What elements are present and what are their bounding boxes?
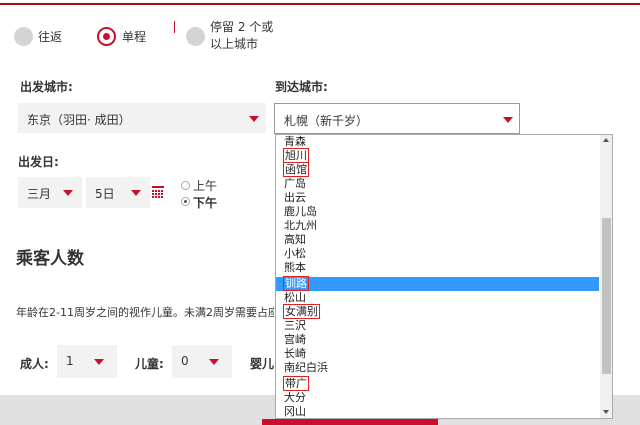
chevron-down-icon bbox=[249, 116, 259, 122]
option-text: 函馆 bbox=[283, 162, 309, 177]
top-divider bbox=[0, 3, 640, 5]
am-label[interactable]: 上午 bbox=[193, 177, 217, 194]
dropdown-option[interactable]: 带广 bbox=[276, 376, 599, 391]
dropdown-option[interactable]: 鹿儿岛 bbox=[276, 205, 599, 219]
dropdown-option[interactable]: 冈山 bbox=[276, 405, 599, 418]
dropdown-option[interactable]: 松山 bbox=[276, 291, 599, 305]
calendar-icon[interactable] bbox=[152, 186, 164, 198]
dropdown-option-highlighted[interactable]: 钏路 bbox=[276, 276, 599, 291]
dropdown-option[interactable]: 大分 bbox=[276, 391, 599, 405]
dropdown-option[interactable]: 出云 bbox=[276, 191, 599, 205]
dropdown-option[interactable]: 北九州 bbox=[276, 219, 599, 233]
departure-date-label: 出发日: bbox=[18, 155, 59, 169]
chevron-down-icon bbox=[94, 359, 104, 365]
dropdown-option[interactable]: 青森 bbox=[276, 135, 599, 149]
dropdown-option[interactable]: 女满别 bbox=[276, 304, 599, 319]
multi-city-label-line1[interactable]: 停留 2 个或 bbox=[210, 18, 273, 35]
departure-city-select[interactable]: 东京（羽田· 成田） bbox=[18, 103, 266, 133]
option-text: 长崎 bbox=[284, 347, 306, 360]
arrival-city-select[interactable]: 札幌（新千岁） bbox=[274, 103, 520, 134]
adult-label: 成人: bbox=[20, 357, 49, 371]
scroll-down-icon[interactable] bbox=[603, 410, 609, 414]
option-text: 钏路 bbox=[283, 276, 309, 291]
option-text: 带广 bbox=[283, 376, 309, 391]
dropdown-option[interactable]: 南纪白浜 bbox=[276, 361, 599, 375]
chevron-down-icon bbox=[131, 190, 141, 196]
one-way-label[interactable]: 单程 bbox=[122, 28, 146, 45]
chevron-down-icon bbox=[503, 117, 513, 123]
dropdown-option[interactable]: 长崎 bbox=[276, 347, 599, 361]
separator-mark bbox=[174, 21, 175, 33]
option-text: 小松 bbox=[284, 247, 306, 260]
scroll-up-icon[interactable] bbox=[603, 138, 609, 142]
option-text: 大分 bbox=[284, 391, 306, 404]
option-text: 鹿儿岛 bbox=[284, 205, 317, 218]
option-text: 高知 bbox=[284, 233, 306, 246]
dropdown-option[interactable]: 广岛 bbox=[276, 177, 599, 191]
option-text: 出云 bbox=[284, 191, 306, 204]
passengers-heading: 乘客人数 bbox=[16, 249, 84, 269]
pm-label[interactable]: 下午 bbox=[193, 194, 217, 211]
chevron-down-icon bbox=[209, 359, 219, 365]
departure-city-value: 东京（羽田· 成田） bbox=[27, 113, 131, 127]
scrollbar-thumb[interactable] bbox=[602, 218, 611, 374]
adult-value: 1 bbox=[66, 354, 74, 368]
option-text: 北九州 bbox=[284, 219, 317, 232]
child-select[interactable]: 0 bbox=[172, 345, 232, 378]
option-text: 旭川 bbox=[283, 148, 309, 163]
day-value: 5日 bbox=[95, 187, 115, 201]
dropdown-option[interactable]: 三沢 bbox=[276, 319, 599, 333]
dropdown-option[interactable]: 宫崎 bbox=[276, 333, 599, 347]
multi-city-label-line2[interactable]: 以上城市 bbox=[210, 35, 258, 52]
search-button[interactable] bbox=[262, 419, 438, 425]
day-select[interactable]: 5日 bbox=[86, 177, 150, 208]
round-trip-label[interactable]: 往返 bbox=[38, 28, 62, 45]
dropdown-option[interactable]: 函馆 bbox=[276, 162, 599, 177]
chevron-down-icon bbox=[63, 190, 73, 196]
dropdown-option[interactable]: 熊本 bbox=[276, 261, 599, 275]
option-text: 熊本 bbox=[284, 261, 306, 274]
dropdown-option[interactable]: 小松 bbox=[276, 247, 599, 261]
round-trip-radio[interactable] bbox=[14, 27, 33, 46]
arrival-city-label: 到达城市: bbox=[275, 80, 328, 94]
departure-city-label: 出发城市: bbox=[20, 80, 73, 94]
child-age-note: 年龄在2-11周岁之间的视作儿童。未满2周岁需要占座 bbox=[16, 306, 274, 319]
infant-label: 婴儿 bbox=[250, 357, 275, 371]
child-value: 0 bbox=[181, 354, 189, 368]
option-text: 冈山 bbox=[284, 405, 306, 418]
multi-city-radio[interactable] bbox=[186, 27, 205, 46]
dropdown-option[interactable]: 高知 bbox=[276, 233, 599, 247]
dropdown-option[interactable]: 旭川 bbox=[276, 148, 599, 163]
pm-radio[interactable] bbox=[181, 197, 190, 206]
one-way-radio[interactable] bbox=[97, 27, 116, 46]
option-text: 女满别 bbox=[283, 304, 320, 319]
arrival-city-value: 札幌（新千岁） bbox=[284, 114, 369, 128]
adult-select[interactable]: 1 bbox=[57, 345, 117, 378]
option-text: 三沢 bbox=[284, 319, 306, 332]
arrival-city-dropdown[interactable]: 青森 旭川 函馆 广岛 出云 鹿儿岛 北九州 高知 小松 熊本 钏路 松山 女满… bbox=[275, 134, 613, 419]
option-text: 南纪白浜 bbox=[284, 361, 328, 374]
am-radio[interactable] bbox=[181, 181, 190, 190]
option-text: 广岛 bbox=[284, 177, 306, 190]
option-text: 宫崎 bbox=[284, 333, 306, 346]
month-select[interactable]: 三月 bbox=[18, 177, 82, 208]
month-value: 三月 bbox=[27, 187, 52, 201]
option-text: 松山 bbox=[284, 291, 306, 304]
option-text: 青森 bbox=[284, 135, 306, 148]
child-label: 儿童: bbox=[135, 357, 164, 371]
